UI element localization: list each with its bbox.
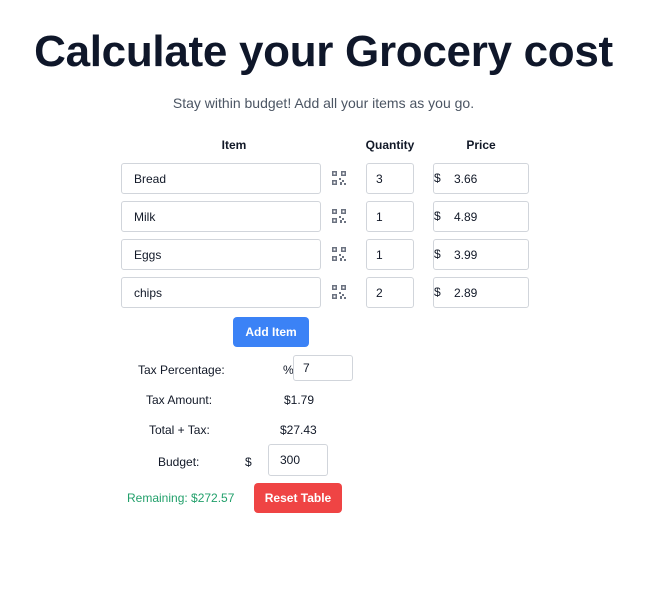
price-field: $ xyxy=(433,277,534,308)
item-name-input[interactable] xyxy=(121,201,321,232)
add-item-button[interactable]: Add Item xyxy=(233,317,309,347)
qr-code-icon[interactable] xyxy=(332,247,346,261)
price-input[interactable] xyxy=(446,164,534,193)
currency-symbol: $ xyxy=(434,285,441,299)
reset-table-button[interactable]: Reset Table xyxy=(254,483,342,513)
qr-code-icon[interactable] xyxy=(332,209,346,223)
price-field: $ xyxy=(433,239,534,270)
quantity-input[interactable] xyxy=(366,277,414,308)
budget-currency-symbol: $ xyxy=(245,455,252,469)
tax-amount-label: Tax Amount: xyxy=(146,393,213,407)
quantity-input[interactable] xyxy=(366,239,414,270)
budget-label: Budget: xyxy=(158,455,200,469)
column-header-quantity: Quantity xyxy=(365,138,415,152)
item-name-input[interactable] xyxy=(121,163,321,194)
tax-percentage-label: Tax Percentage: xyxy=(138,363,225,377)
quantity-input[interactable] xyxy=(366,201,414,232)
total-label: Total + Tax: xyxy=(149,423,210,437)
column-header-item: Item xyxy=(221,138,247,152)
item-name-input[interactable] xyxy=(121,277,321,308)
quantity-input[interactable] xyxy=(366,163,414,194)
currency-symbol: $ xyxy=(434,171,441,185)
price-input[interactable] xyxy=(446,202,534,231)
qr-code-icon[interactable] xyxy=(332,285,346,299)
qr-code-icon[interactable] xyxy=(332,171,346,185)
budget-input[interactable] xyxy=(268,444,328,476)
item-name-input[interactable] xyxy=(121,239,321,270)
page-subtitle: Stay within budget! Add all your items a… xyxy=(172,95,475,111)
price-field: $ xyxy=(433,201,534,232)
tax-percentage-input[interactable] xyxy=(293,355,353,381)
price-field: $ xyxy=(433,163,534,194)
currency-symbol: $ xyxy=(434,247,441,261)
remaining-budget-text: Remaining: $272.57 xyxy=(127,491,235,505)
currency-symbol: $ xyxy=(434,209,441,223)
tax-amount-value: $1.79 xyxy=(284,393,315,407)
price-input[interactable] xyxy=(446,240,534,269)
page-title: Calculate your Grocery cost xyxy=(34,27,613,76)
price-input[interactable] xyxy=(446,278,534,307)
column-header-price: Price xyxy=(466,138,496,152)
total-value: $27.43 xyxy=(280,423,317,437)
